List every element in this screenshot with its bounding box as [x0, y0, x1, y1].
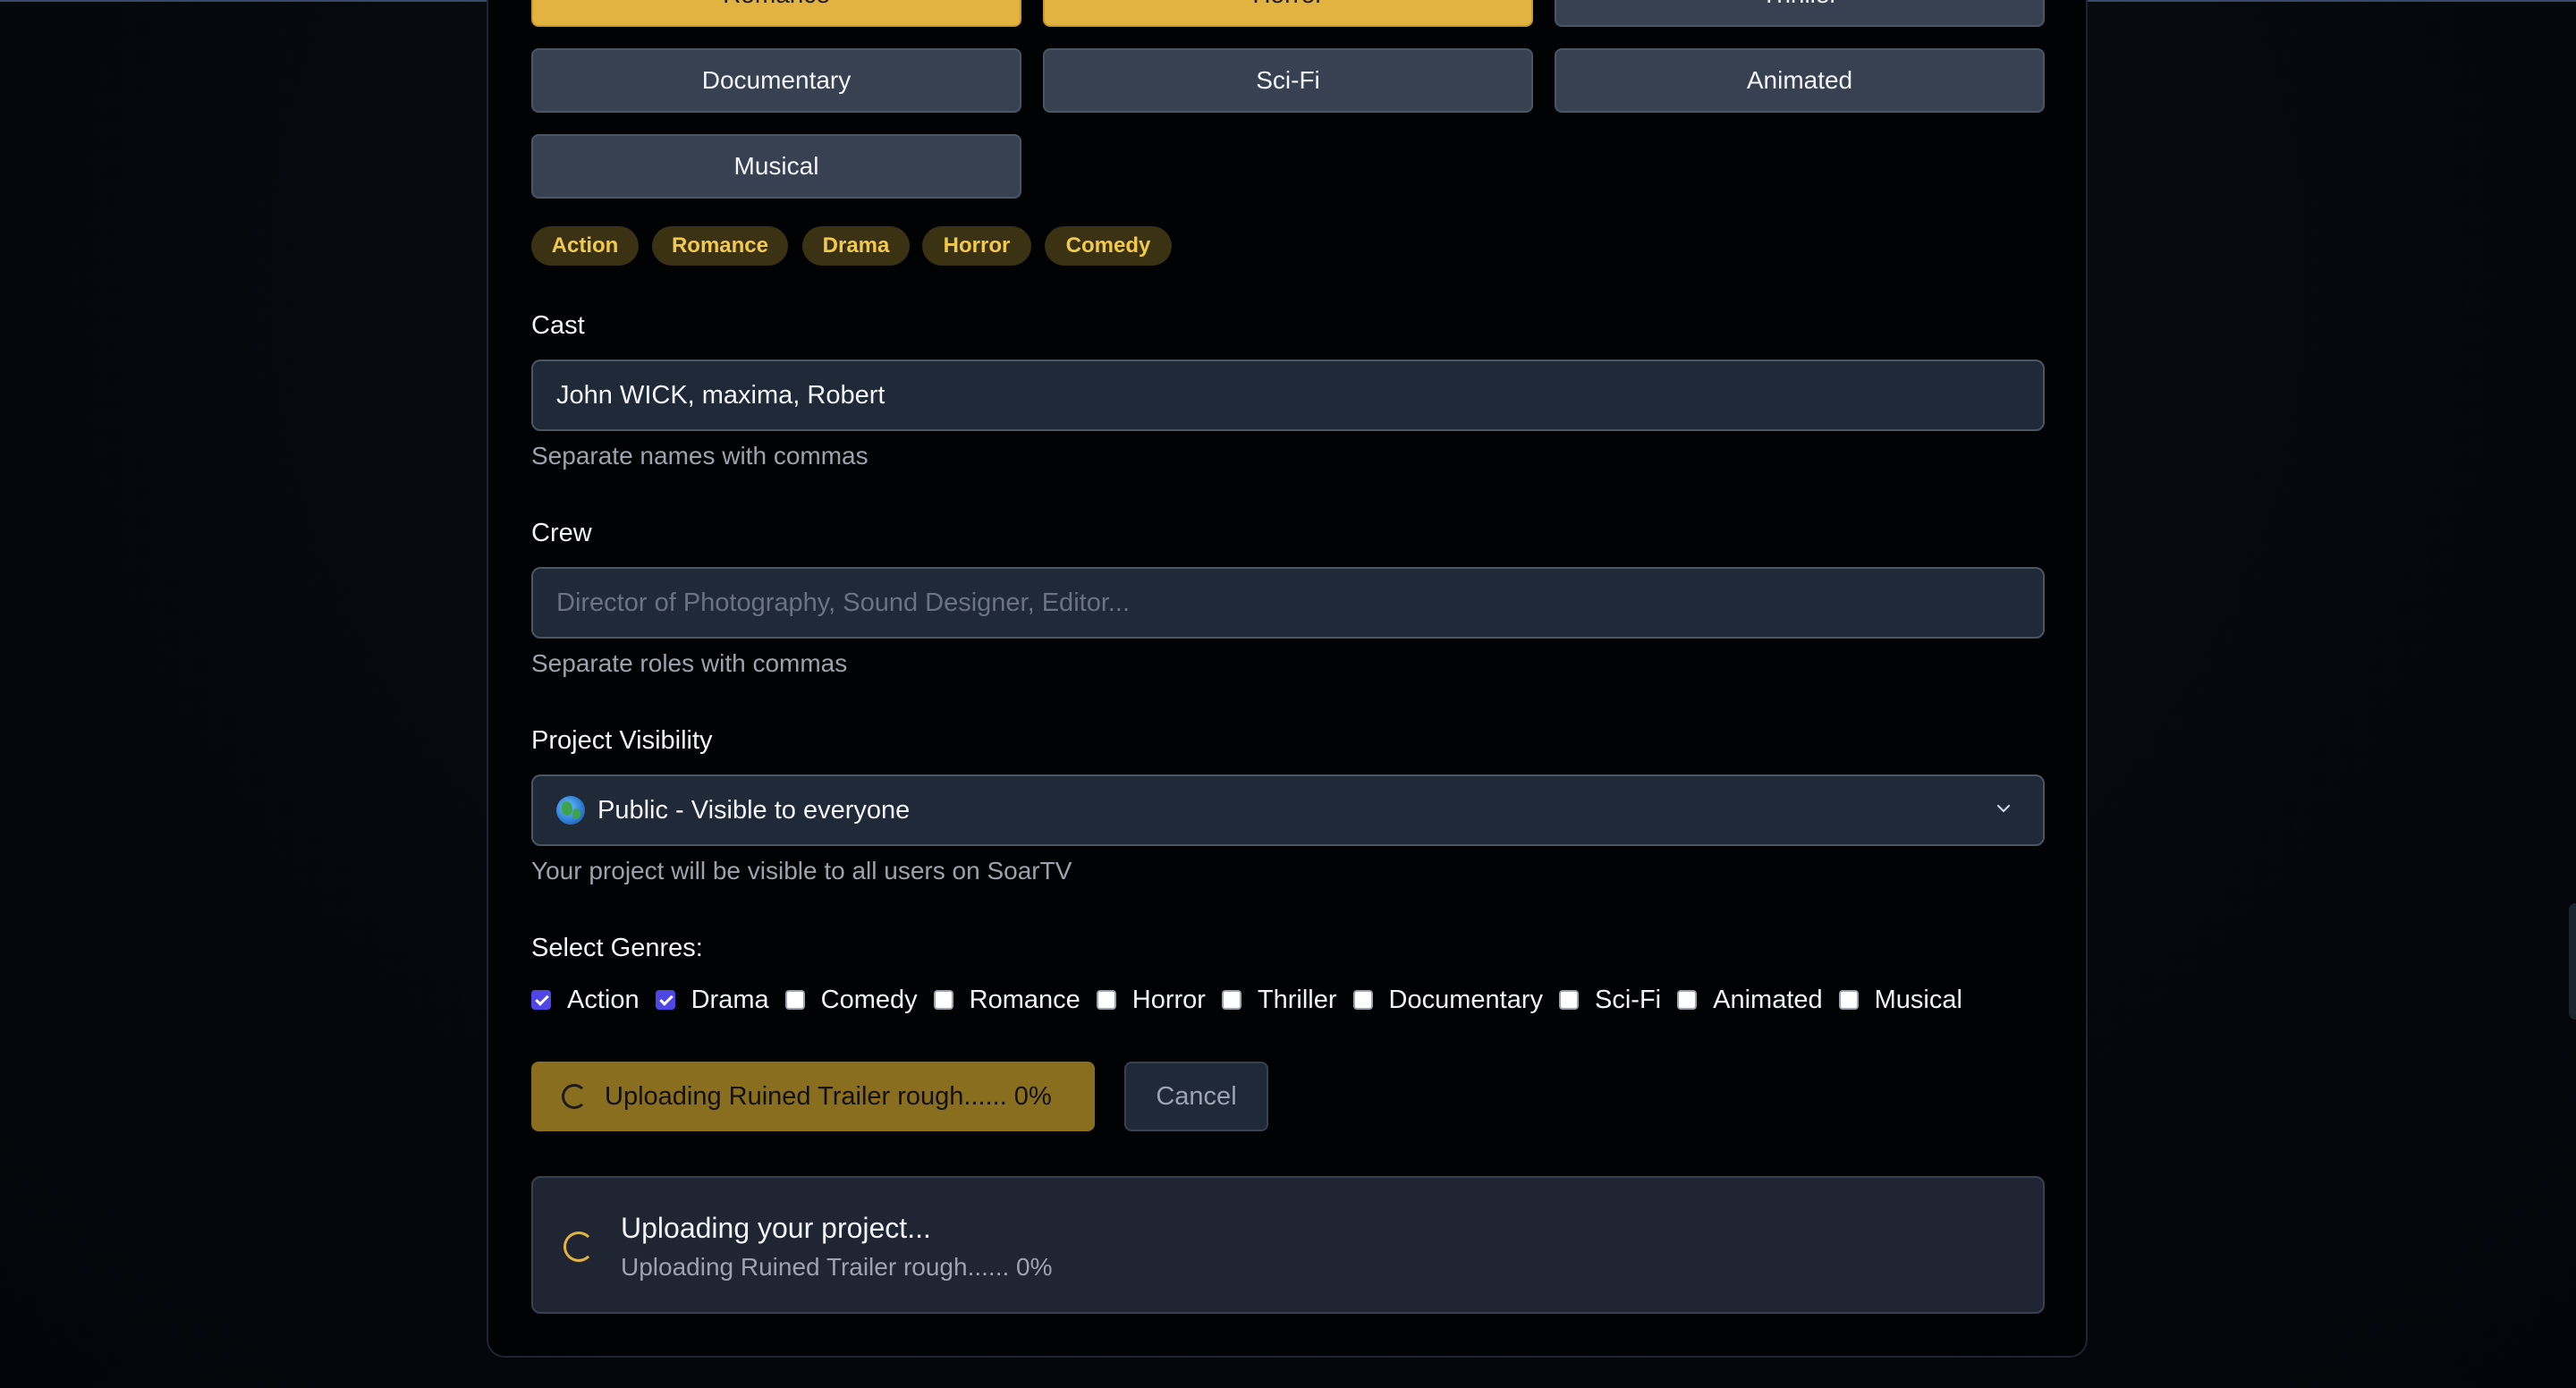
genre-button-label: Horror	[1252, 0, 1323, 9]
select-genres-label: Select Genres:	[531, 934, 703, 962]
genre-button-sci-fi[interactable]: Sci-Fi	[1043, 48, 1533, 113]
genre-button-label: Sci-Fi	[1256, 66, 1320, 94]
checkbox[interactable]	[784, 990, 805, 1010]
checkbox-label: Sci-Fi	[1595, 985, 1662, 1014]
upload-button-label: Uploading Ruined Trailer rough...... 0%	[605, 1081, 1052, 1111]
genre-button-documentary[interactable]: Documentary	[531, 48, 1021, 113]
genre-button-label: Documentary	[701, 66, 852, 94]
crew-help-text: Separate roles with commas	[531, 649, 848, 677]
genre-chip-romance: Romance	[652, 226, 788, 266]
genre-button-label: Musical	[733, 152, 819, 180]
genre-chip-comedy: Comedy	[1045, 226, 1172, 266]
globe-icon	[556, 796, 585, 825]
checkbox[interactable]	[1838, 990, 1859, 1010]
upload-status-panel: Uploading your project... Uploading Ruin…	[531, 1176, 2045, 1314]
genre-button-label: Animated	[1746, 66, 1853, 94]
genre-checkbox-musical[interactable]: Musical	[1838, 985, 1962, 1015]
cast-label: Cast	[531, 311, 585, 340]
cancel-button[interactable]: Cancel	[1124, 1062, 1268, 1131]
checkbox[interactable]	[1559, 990, 1580, 1010]
checkbox-label: Action	[567, 985, 640, 1014]
genre-checkbox-documentary[interactable]: Documentary	[1352, 985, 1544, 1015]
checkbox[interactable]	[1352, 990, 1373, 1010]
checkbox-label: Musical	[1874, 985, 1962, 1014]
crew-input[interactable]	[531, 567, 2045, 639]
genre-checkbox-animated[interactable]: Animated	[1677, 986, 1823, 1015]
genre-checkbox-list: Action Drama Comedy Romance Horror Thril…	[531, 984, 1962, 1016]
genre-button-thriller[interactable]: Thriller	[1555, 0, 2045, 27]
checkbox-label: Romance	[969, 985, 1080, 1014]
checkbox-label: Horror	[1131, 985, 1206, 1014]
genre-chip-horror: Horror	[922, 226, 1031, 266]
genre-checkbox-sci-fi[interactable]: Sci-Fi	[1559, 986, 1661, 1015]
genre-button-label: Romance	[723, 0, 830, 9]
genre-checkbox-action[interactable]: Action	[531, 986, 640, 1015]
checkbox[interactable]	[1096, 990, 1116, 1010]
chevron-down-icon	[1996, 804, 2011, 813]
genre-button-romance[interactable]: Romance	[531, 0, 1021, 27]
cancel-button-label: Cancel	[1156, 1081, 1237, 1111]
genre-checkbox-romance[interactable]: Romance	[933, 985, 1080, 1015]
upload-status-title: Uploading your project...	[621, 1212, 931, 1244]
checkbox[interactable]	[1221, 990, 1241, 1010]
genre-checkbox-thriller[interactable]: Thriller	[1221, 985, 1337, 1015]
visibility-help-text: Your project will be visible to all user…	[531, 857, 1072, 884]
upload-status-detail: Uploading Ruined Trailer rough...... 0%	[621, 1253, 1053, 1281]
genre-button-horror[interactable]: Horror	[1043, 0, 1533, 27]
checkbox[interactable]	[933, 990, 953, 1010]
genre-button-animated[interactable]: Animated	[1555, 48, 2045, 113]
checkbox-label: Documentary	[1388, 985, 1544, 1014]
loading-spinner-icon	[564, 1231, 594, 1262]
visibility-select[interactable]: Public - Visible to everyone	[531, 774, 2045, 846]
checkbox-label: Thriller	[1257, 985, 1337, 1014]
checkbox[interactable]	[531, 990, 551, 1010]
loading-spinner-icon	[562, 1084, 587, 1109]
genre-checkbox-horror[interactable]: Horror	[1096, 985, 1206, 1015]
scrollbar-handle[interactable]	[2569, 903, 2576, 1020]
form-card	[487, 0, 2088, 1358]
genre-chip-action: Action	[531, 226, 639, 266]
genre-button-label: Thriller	[1761, 0, 1838, 9]
checkbox[interactable]	[1677, 990, 1698, 1010]
genre-chip-drama: Drama	[802, 226, 910, 266]
genre-button-musical[interactable]: Musical	[531, 134, 1021, 199]
upload-button[interactable]: Uploading Ruined Trailer rough...... 0%	[531, 1062, 1095, 1131]
genre-checkbox-comedy[interactable]: Comedy	[784, 985, 918, 1015]
genre-checkbox-drama[interactable]: Drama	[655, 985, 769, 1015]
checkbox[interactable]	[655, 990, 675, 1010]
checkbox-label: Comedy	[820, 985, 918, 1014]
visibility-selected-value: Public - Visible to everyone	[597, 795, 911, 825]
checkbox-label: Animated	[1713, 985, 1823, 1014]
cast-input[interactable]	[531, 360, 2045, 431]
crew-label: Crew	[531, 519, 592, 547]
checkbox-label: Drama	[691, 985, 769, 1014]
visibility-label: Project Visibility	[531, 726, 713, 755]
cast-help-text: Separate names with commas	[531, 442, 869, 470]
